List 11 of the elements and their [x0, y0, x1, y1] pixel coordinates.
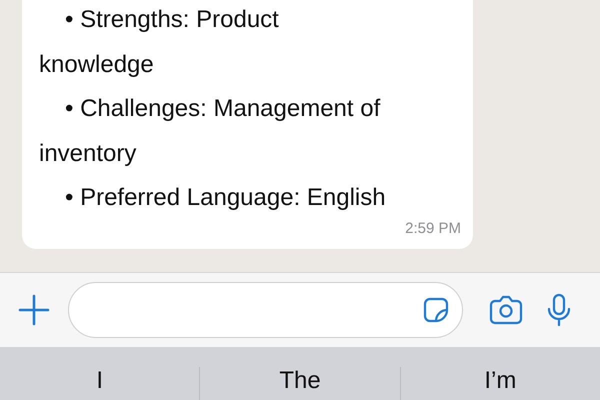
microphone-icon[interactable]: [547, 293, 571, 327]
list-item: • Strengths: Product knowledge: [39, 5, 280, 80]
message-time: 2:59 PM: [405, 218, 461, 238]
camera-icon[interactable]: [489, 295, 523, 325]
word-suggestion[interactable]: I: [90, 367, 109, 395]
list-item: • Preferred Language: English: [64, 183, 387, 213]
word-suggestion[interactable]: I’m: [478, 367, 522, 395]
sticker-icon[interactable]: [422, 296, 450, 324]
list-item: • Challenges: Management of inventory: [39, 94, 382, 168]
plus-icon[interactable]: [18, 294, 50, 326]
word-suggestion[interactable]: The: [273, 367, 327, 395]
